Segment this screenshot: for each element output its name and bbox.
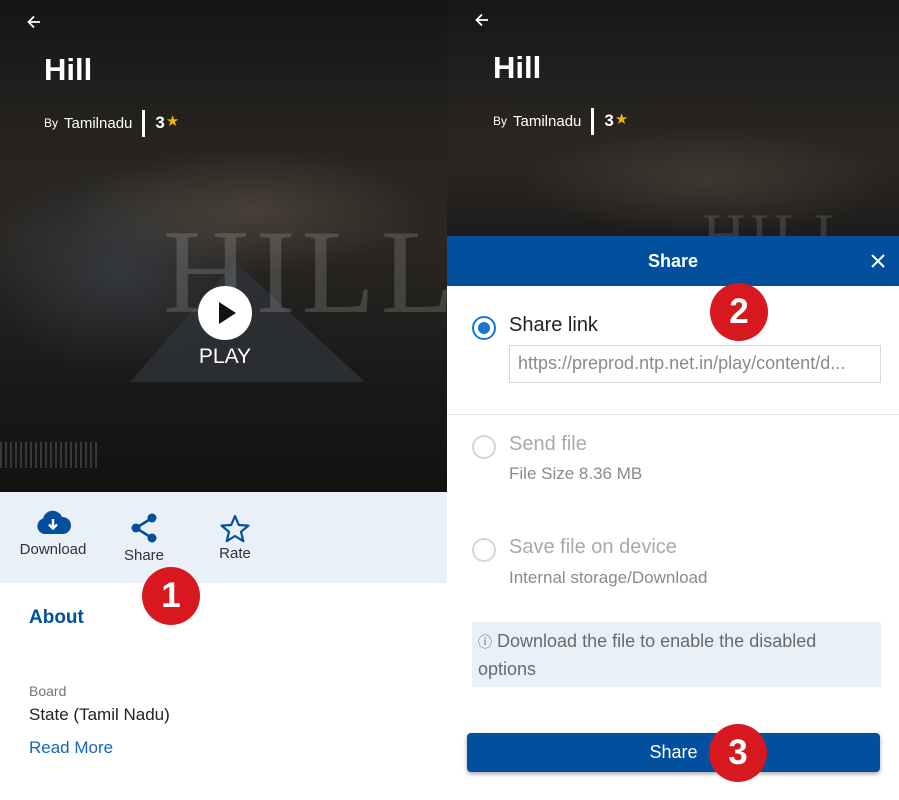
option-divider — [447, 414, 899, 415]
back-arrow-icon — [475, 13, 488, 27]
save-file-label: Save file on device — [509, 536, 677, 558]
byline: By Tamilnadu 3 ★ — [493, 107, 628, 135]
play-icon[interactable] — [198, 286, 252, 340]
back-button[interactable] — [470, 8, 494, 32]
step-badge-3: 3 — [709, 724, 767, 782]
play-control[interactable]: PLAY — [194, 286, 256, 369]
thumbnail-caption — [0, 442, 100, 468]
rating-star-icon: ★ — [165, 113, 180, 130]
info-icon: ⓘ — [478, 634, 492, 650]
share-modal-header: Share — [447, 236, 899, 286]
action-bar: Download Share Rate — [0, 492, 447, 583]
content-title: Hill — [493, 50, 542, 85]
share-link-label[interactable]: Share link — [509, 314, 598, 337]
share-icon — [131, 513, 157, 543]
info-text: Download the file to enable the disabled… — [478, 631, 817, 679]
content-title: Hill — [44, 52, 93, 87]
send-file-label: Send file — [509, 433, 587, 455]
by-label: By — [493, 114, 508, 128]
save-file-radio — [472, 538, 496, 562]
play-label: PLAY — [198, 345, 252, 368]
about-heading: About — [29, 607, 84, 628]
share-label: Share — [123, 547, 165, 564]
share-action-button[interactable]: Share — [99, 512, 189, 564]
share-dialog-screen: HILL Hill By Tamilnadu 3 ★ Share Share l… — [447, 0, 899, 800]
byline-divider — [142, 109, 146, 137]
read-more-link[interactable]: Read More — [29, 738, 113, 758]
download-button[interactable]: Download — [8, 510, 98, 558]
byline: By Tamilnadu 3 ★ — [44, 109, 179, 137]
share-submit-button[interactable]: Share — [467, 733, 880, 772]
author-name: Tamilnadu — [64, 114, 133, 132]
share-modal-title: Share — [647, 250, 699, 271]
byline-divider — [591, 107, 595, 135]
star-outline-icon — [220, 514, 250, 543]
share-link-radio[interactable] — [472, 316, 496, 340]
author-name: Tamilnadu — [513, 112, 582, 130]
back-button[interactable] — [22, 10, 46, 34]
by-label: By — [44, 116, 59, 130]
cloud-download-icon — [37, 510, 72, 534]
board-value: State (Tamil Nadu) — [29, 705, 170, 724]
board-label: Board — [29, 683, 67, 699]
share-submit-label: Share — [649, 742, 698, 762]
rate-button[interactable]: Rate — [190, 514, 280, 562]
rate-label: Rate — [219, 545, 251, 562]
back-arrow-icon — [27, 15, 40, 29]
rating-value: 3 — [155, 113, 165, 132]
rating-star-icon: ★ — [614, 111, 629, 128]
close-icon — [871, 254, 885, 268]
step-badge-1: 1 — [142, 567, 200, 625]
share-link-field[interactable]: https://preprod.ntp.net.in/play/content/… — [509, 345, 881, 383]
close-button[interactable] — [865, 248, 891, 274]
send-file-radio — [472, 435, 496, 459]
download-label: Download — [19, 541, 87, 558]
step-badge-2: 2 — [710, 283, 768, 341]
file-size-text: File Size 8.36 MB — [509, 464, 643, 483]
storage-path-text: Internal storage/Download — [509, 568, 708, 587]
info-message: ⓘ Download the file to enable the disabl… — [472, 622, 881, 687]
rating-value: 3 — [604, 111, 614, 130]
content-details-screen: HILL Hill By Tamilnadu 3 ★ PLAY Download — [0, 0, 447, 800]
